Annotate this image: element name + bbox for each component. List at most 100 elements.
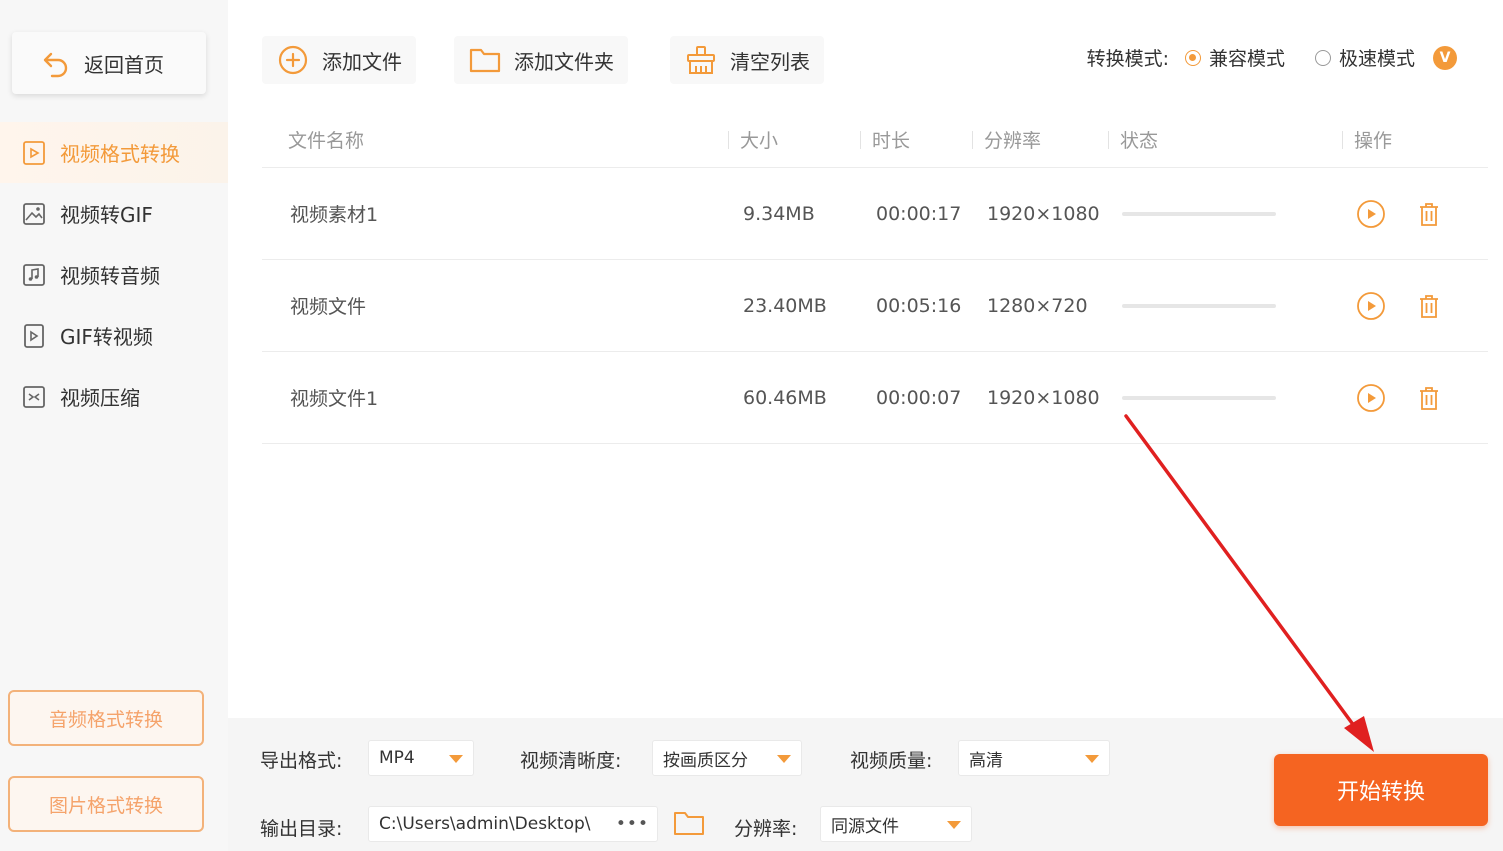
delete-button[interactable] [1414, 383, 1444, 413]
output-dir-label: 输出目录: [260, 818, 343, 840]
table-row[interactable]: 视频文件 23.40MB 00:05:16 1280×720 [262, 260, 1488, 352]
chevron-down-icon [1085, 755, 1099, 763]
clarity-value: 按画质区分 [663, 750, 748, 771]
file-table: 文件名称 大小 时长 分辨率 状态 操作 视频素材1 9.34MB 00:00:… [262, 112, 1488, 444]
resolution-select[interactable]: 同源文件 [820, 806, 972, 842]
mode-fast-label: 极速模式 [1338, 48, 1415, 70]
play-file-icon [20, 322, 48, 350]
add-file-label: 添加文件 [322, 49, 402, 74]
file-name: 视频文件 [290, 296, 367, 318]
sidebar-item-video-to-audio[interactable]: 视频转音频 [0, 244, 228, 305]
resolution-value: 同源文件 [831, 816, 899, 837]
start-convert-button[interactable]: 开始转换 [1274, 754, 1488, 826]
column-divider [1342, 130, 1343, 149]
delete-button[interactable] [1414, 291, 1444, 321]
sidebar-item-label: 视频压缩 [60, 386, 140, 410]
sidebar: 返回首页 视频格式转换 视频转GIF 视频转音频 GIF转视频 视频压缩 音频格… [0, 0, 228, 851]
file-duration: 00:00:17 [876, 202, 962, 225]
play-circle-icon [1357, 383, 1385, 412]
music-icon [20, 261, 48, 289]
export-format-label: 导出格式: [260, 750, 343, 772]
header-duration: 时长 [872, 130, 911, 152]
trash-icon [1420, 202, 1438, 226]
quality-value: 高清 [969, 750, 1003, 771]
file-resolution: 1920×1080 [987, 202, 1100, 225]
file-size: 60.46MB [743, 386, 827, 409]
quality-label: 视频质量: [850, 750, 933, 772]
header-action: 操作 [1354, 130, 1393, 152]
progress-bar [1122, 211, 1276, 216]
sidebar-item-label: 视频转音频 [60, 264, 160, 288]
trash-icon [1420, 294, 1438, 318]
add-folder-label: 添加文件夹 [514, 49, 614, 74]
header-status: 状态 [1120, 130, 1159, 152]
table-header: 文件名称 大小 时长 分辨率 状态 操作 [262, 112, 1488, 168]
play-button[interactable] [1356, 383, 1386, 413]
sidebar-item-label: 视频格式转换 [60, 142, 180, 166]
progress-bar [1122, 395, 1276, 400]
column-divider [860, 130, 861, 149]
column-divider [972, 130, 973, 149]
folder-icon [674, 812, 704, 835]
clarity-label: 视频清晰度: [520, 750, 622, 772]
output-dir-more-button[interactable]: ••• [616, 814, 649, 834]
mode-compat-label: 兼容模式 [1208, 48, 1285, 70]
chevron-down-icon [947, 821, 961, 829]
trash-icon [1420, 386, 1438, 410]
export-format-value: MP4 [379, 748, 415, 768]
table-row[interactable]: 视频素材1 9.34MB 00:00:17 1920×1080 [262, 168, 1488, 260]
file-resolution: 1920×1080 [987, 386, 1100, 409]
undo-arrow-icon [40, 47, 72, 79]
sidebar-item-video-format[interactable]: 视频格式转换 [0, 122, 228, 183]
sidebar-item-gif-to-video[interactable]: GIF转视频 [0, 305, 228, 366]
clear-list-label: 清空列表 [730, 49, 810, 74]
progress-bar [1122, 303, 1276, 308]
output-dir-field[interactable]: C:\Users\admin\Desktop\ ••• [368, 806, 658, 842]
conversion-mode: 转换模式: 兼容模式 极速模式 V [1087, 44, 1457, 71]
add-folder-button[interactable]: 添加文件夹 [454, 36, 628, 84]
sidebar-item-video-to-gif[interactable]: 视频转GIF [0, 183, 228, 244]
play-button[interactable] [1356, 199, 1386, 229]
file-size: 9.34MB [743, 202, 815, 225]
back-home-label: 返回首页 [84, 52, 164, 77]
header-resolution: 分辨率 [984, 130, 1042, 152]
chevron-down-icon [777, 755, 791, 763]
back-home-button[interactable]: 返回首页 [12, 32, 206, 94]
header-size: 大小 [740, 130, 779, 152]
resolution-label: 分辨率: [734, 818, 798, 840]
vip-badge-icon: V [1433, 45, 1457, 70]
file-name: 视频文件1 [290, 388, 379, 410]
file-duration: 00:05:16 [876, 294, 962, 317]
output-dir-value: C:\Users\admin\Desktop\ [379, 814, 591, 834]
sidebar-item-label: 视频转GIF [60, 203, 153, 227]
image-format-convert-button[interactable]: 图片格式转换 [8, 776, 204, 832]
add-file-button[interactable]: 添加文件 [262, 36, 416, 84]
play-circle-icon [1357, 199, 1385, 228]
clarity-select[interactable]: 按画质区分 [652, 740, 802, 776]
broom-icon [684, 43, 718, 77]
sidebar-item-label: GIF转视频 [60, 325, 153, 349]
mode-compat-radio[interactable] [1184, 49, 1201, 66]
column-divider [728, 130, 729, 149]
play-button[interactable] [1356, 291, 1386, 321]
clear-list-button[interactable]: 清空列表 [670, 36, 824, 84]
sidebar-item-video-compress[interactable]: 视频压缩 [0, 366, 228, 427]
chevron-down-icon [449, 755, 463, 763]
file-name: 视频素材1 [290, 204, 379, 226]
plus-circle-icon [276, 43, 310, 77]
sidebar-nav: 视频格式转换 视频转GIF 视频转音频 GIF转视频 视频压缩 [0, 122, 228, 427]
table-row[interactable]: 视频文件1 60.46MB 00:00:07 1920×1080 [262, 352, 1488, 444]
mode-fast-radio[interactable] [1314, 49, 1331, 66]
file-resolution: 1280×720 [987, 294, 1088, 317]
video-file-icon [20, 139, 48, 167]
play-circle-icon [1357, 291, 1385, 320]
column-divider [1108, 130, 1109, 149]
file-duration: 00:00:07 [876, 386, 962, 409]
folder-icon [468, 43, 502, 77]
quality-select[interactable]: 高清 [958, 740, 1110, 776]
audio-format-convert-button[interactable]: 音频格式转换 [8, 690, 204, 746]
compress-icon [20, 383, 48, 411]
export-format-select[interactable]: MP4 [368, 740, 474, 776]
delete-button[interactable] [1414, 199, 1444, 229]
open-folder-button[interactable] [672, 808, 706, 842]
